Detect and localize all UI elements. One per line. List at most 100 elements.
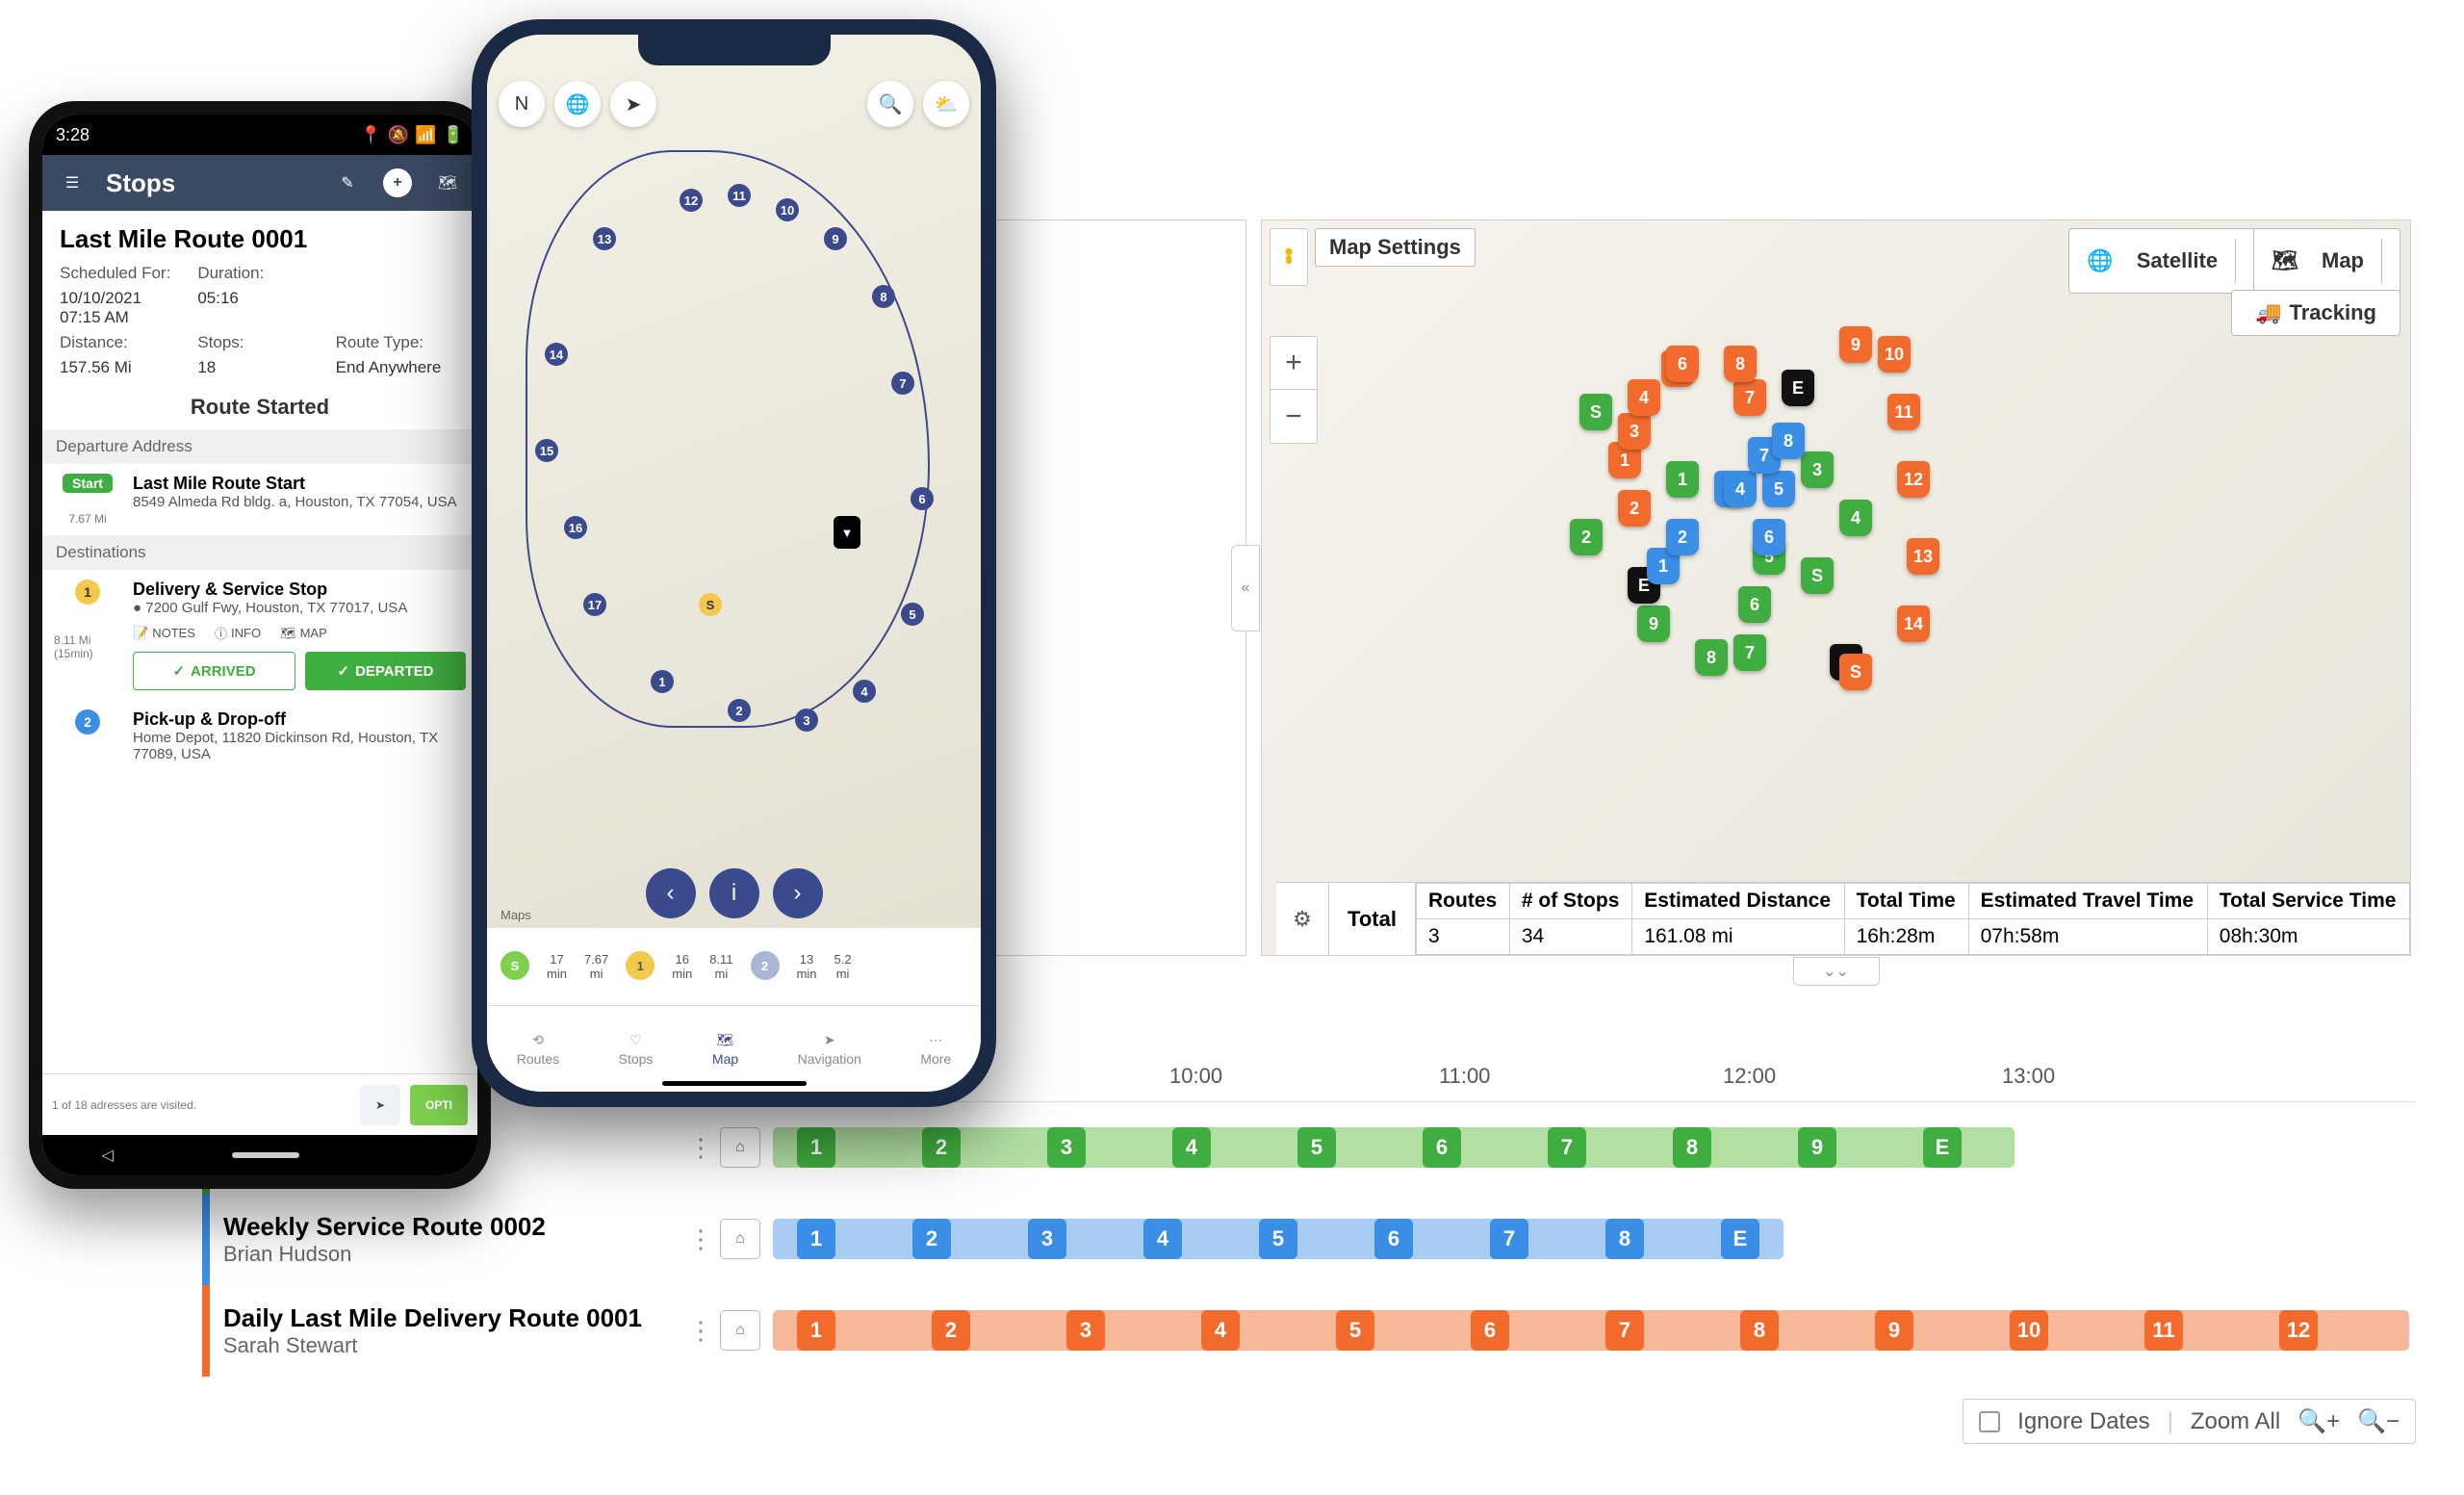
stop-info-button[interactable]: i <box>709 868 759 918</box>
timeline-stop[interactable]: 8 <box>1740 1310 1779 1351</box>
home-icon[interactable]: ⌂ <box>720 1127 760 1168</box>
satellite-button[interactable]: 🌐 Satellite <box>2069 229 2254 293</box>
iphone-map[interactable]: 12 13 14 15 16 17 1 2 3 4 5 6 7 8 9 10 1… <box>487 35 981 928</box>
timeline-stop[interactable]: 5 <box>1297 1127 1336 1168</box>
map-marker-end[interactable]: E <box>1782 370 1814 406</box>
timeline-stop[interactable]: 2 <box>932 1310 970 1351</box>
timeline-stop[interactable]: 4 <box>1143 1219 1182 1259</box>
arrived-button[interactable]: ✓ ARRIVED <box>133 652 295 690</box>
map-marker[interactable]: 2 <box>1570 519 1603 555</box>
timeline-stop[interactable]: 7 <box>1490 1219 1528 1259</box>
timeline-stop[interactable]: 8 <box>1605 1219 1644 1259</box>
collapse-down-handle[interactable]: ⌄⌄ <box>1793 957 1880 986</box>
back-icon[interactable]: ◁ <box>102 1146 114 1165</box>
map-button[interactable]: 🗺 Map <box>2254 229 2400 293</box>
map-marker[interactable]: 2 <box>1618 490 1651 527</box>
tracking-button[interactable]: 🚚 Tracking <box>2231 290 2400 336</box>
map-marker[interactable]: S <box>1839 654 1872 690</box>
map-marker[interactable]: 6 <box>1738 586 1771 623</box>
map-marker[interactable]: 8 <box>1695 639 1728 676</box>
timeline-stop[interactable]: E <box>1923 1127 1962 1168</box>
timeline-stop[interactable]: 3 <box>1047 1127 1086 1168</box>
timeline-stop[interactable]: 9 <box>1798 1127 1836 1168</box>
collapse-left-handle[interactable]: « <box>1231 545 1260 632</box>
timeline-stop[interactable]: 5 <box>1336 1310 1374 1351</box>
timeline-stop[interactable]: 1 <box>797 1219 835 1259</box>
timeline-stop[interactable]: 12 <box>2279 1310 2318 1351</box>
route-menu-icon[interactable]: ⋮ <box>681 1133 720 1163</box>
map-marker[interactable]: 3 <box>1801 451 1834 488</box>
timeline-stop[interactable]: E <box>1721 1219 1759 1259</box>
map-marker[interactable]: 14 <box>1897 606 1930 642</box>
map-marker[interactable]: 10 <box>1878 336 1911 373</box>
map-marker[interactable]: 13 <box>1907 538 1939 575</box>
zoom-in-button[interactable]: + <box>1270 337 1317 390</box>
info-button[interactable]: ⓘ INFO <box>215 624 261 642</box>
timeline-stop[interactable]: 2 <box>922 1127 961 1168</box>
tab-map[interactable]: 🗺Map <box>712 1032 738 1067</box>
map-marker[interactable]: 1 <box>1666 461 1699 498</box>
timeline-stop[interactable]: 3 <box>1028 1219 1066 1259</box>
locate-icon[interactable]: ➤ <box>610 81 656 127</box>
timeline-stop[interactable]: 4 <box>1172 1127 1211 1168</box>
timeline-stop[interactable]: 5 <box>1259 1219 1297 1259</box>
map-marker[interactable]: 11 <box>1887 394 1920 430</box>
stop-item-start[interactable]: Start7.67 Mi Last Mile Route Start 8549 … <box>42 464 477 535</box>
map-marker[interactable]: 9 <box>1839 326 1872 363</box>
route-menu-icon[interactable]: ⋮ <box>681 1316 720 1346</box>
optimize-button[interactable]: OPTI <box>410 1085 468 1125</box>
timeline-stop[interactable]: 1 <box>797 1127 835 1168</box>
timeline-stop[interactable]: 4 <box>1201 1310 1240 1351</box>
zoom-out-button[interactable]: − <box>1270 390 1317 443</box>
timeline-stop[interactable]: 6 <box>1423 1127 1461 1168</box>
globe-icon[interactable]: 🌐 <box>554 81 601 127</box>
prev-stop-button[interactable]: ‹ <box>646 868 696 918</box>
map-settings-button[interactable]: Map Settings <box>1315 228 1476 267</box>
weather-icon[interactable]: ⛅ <box>923 81 969 127</box>
timeline-stop[interactable]: 7 <box>1605 1310 1644 1351</box>
timeline-stop[interactable]: 11 <box>2144 1310 2183 1351</box>
timeline-stop[interactable]: 3 <box>1066 1310 1105 1351</box>
tab-stops[interactable]: ♡Stops <box>619 1032 654 1067</box>
route-menu-icon[interactable]: ⋮ <box>681 1224 720 1254</box>
stop-item-2[interactable]: 2 Pick-up & Drop-off Home Depot, 11820 D… <box>42 700 477 772</box>
stop-item-1[interactable]: 18.11 Mi (15min) Delivery & Service Stop… <box>42 570 477 700</box>
map-marker[interactable]: 8 <box>1772 423 1805 459</box>
stop-strip[interactable]: S 17min 7.67mi 1 16min 8.11mi 2 13min 5.… <box>487 928 981 1005</box>
map-marker[interactable]: 4 <box>1724 471 1757 507</box>
tab-more[interactable]: ⋯More <box>920 1032 951 1067</box>
map-marker[interactable]: 6 <box>1666 346 1699 382</box>
tab-navigation[interactable]: ➤Navigation <box>798 1032 861 1067</box>
next-stop-button[interactable]: › <box>773 868 823 918</box>
home-icon[interactable]: ⌂ <box>720 1310 760 1351</box>
notes-button[interactable]: 📝 NOTES <box>133 626 195 641</box>
departed-button[interactable]: ✓ DEPARTED <box>305 652 466 690</box>
map-marker[interactable]: 2 <box>1666 519 1699 555</box>
timeline-stop[interactable]: 9 <box>1875 1310 1913 1351</box>
pegman-icon[interactable] <box>1270 228 1308 286</box>
map-marker[interactable]: S <box>1579 394 1612 430</box>
zoom-out-icon[interactable]: 🔍− <box>2357 1407 2400 1435</box>
map-marker[interactable]: 12 <box>1897 461 1930 498</box>
add-button[interactable]: + <box>381 167 414 199</box>
search-icon[interactable]: 🔍 <box>867 81 913 127</box>
map-marker[interactable]: 4 <box>1628 379 1660 416</box>
map-icon[interactable]: 🗺 <box>431 167 464 199</box>
home-indicator[interactable] <box>662 1081 807 1086</box>
totals-settings-icon[interactable]: ⚙ <box>1276 883 1329 955</box>
timeline-stop[interactable]: 6 <box>1471 1310 1509 1351</box>
timeline-stop[interactable]: 1 <box>797 1310 835 1351</box>
timeline-stop[interactable]: 10 <box>2010 1310 2048 1351</box>
timeline-stop[interactable]: 7 <box>1548 1127 1586 1168</box>
home-icon[interactable]: ⌂ <box>720 1219 760 1259</box>
tab-routes[interactable]: ⟲Routes <box>517 1032 559 1067</box>
map-marker[interactable]: S <box>1801 557 1834 594</box>
map-marker[interactable]: 4 <box>1839 500 1872 536</box>
home-icon[interactable] <box>232 1152 299 1158</box>
timeline-stop[interactable]: 2 <box>912 1219 951 1259</box>
map-button[interactable]: 🗺 MAP <box>280 626 327 641</box>
edit-icon[interactable]: ✎ <box>331 167 364 199</box>
map-marker[interactable]: 8 <box>1724 346 1757 382</box>
navigate-icon[interactable]: ➤ <box>360 1085 400 1125</box>
map-marker[interactable]: 6 <box>1753 519 1785 555</box>
